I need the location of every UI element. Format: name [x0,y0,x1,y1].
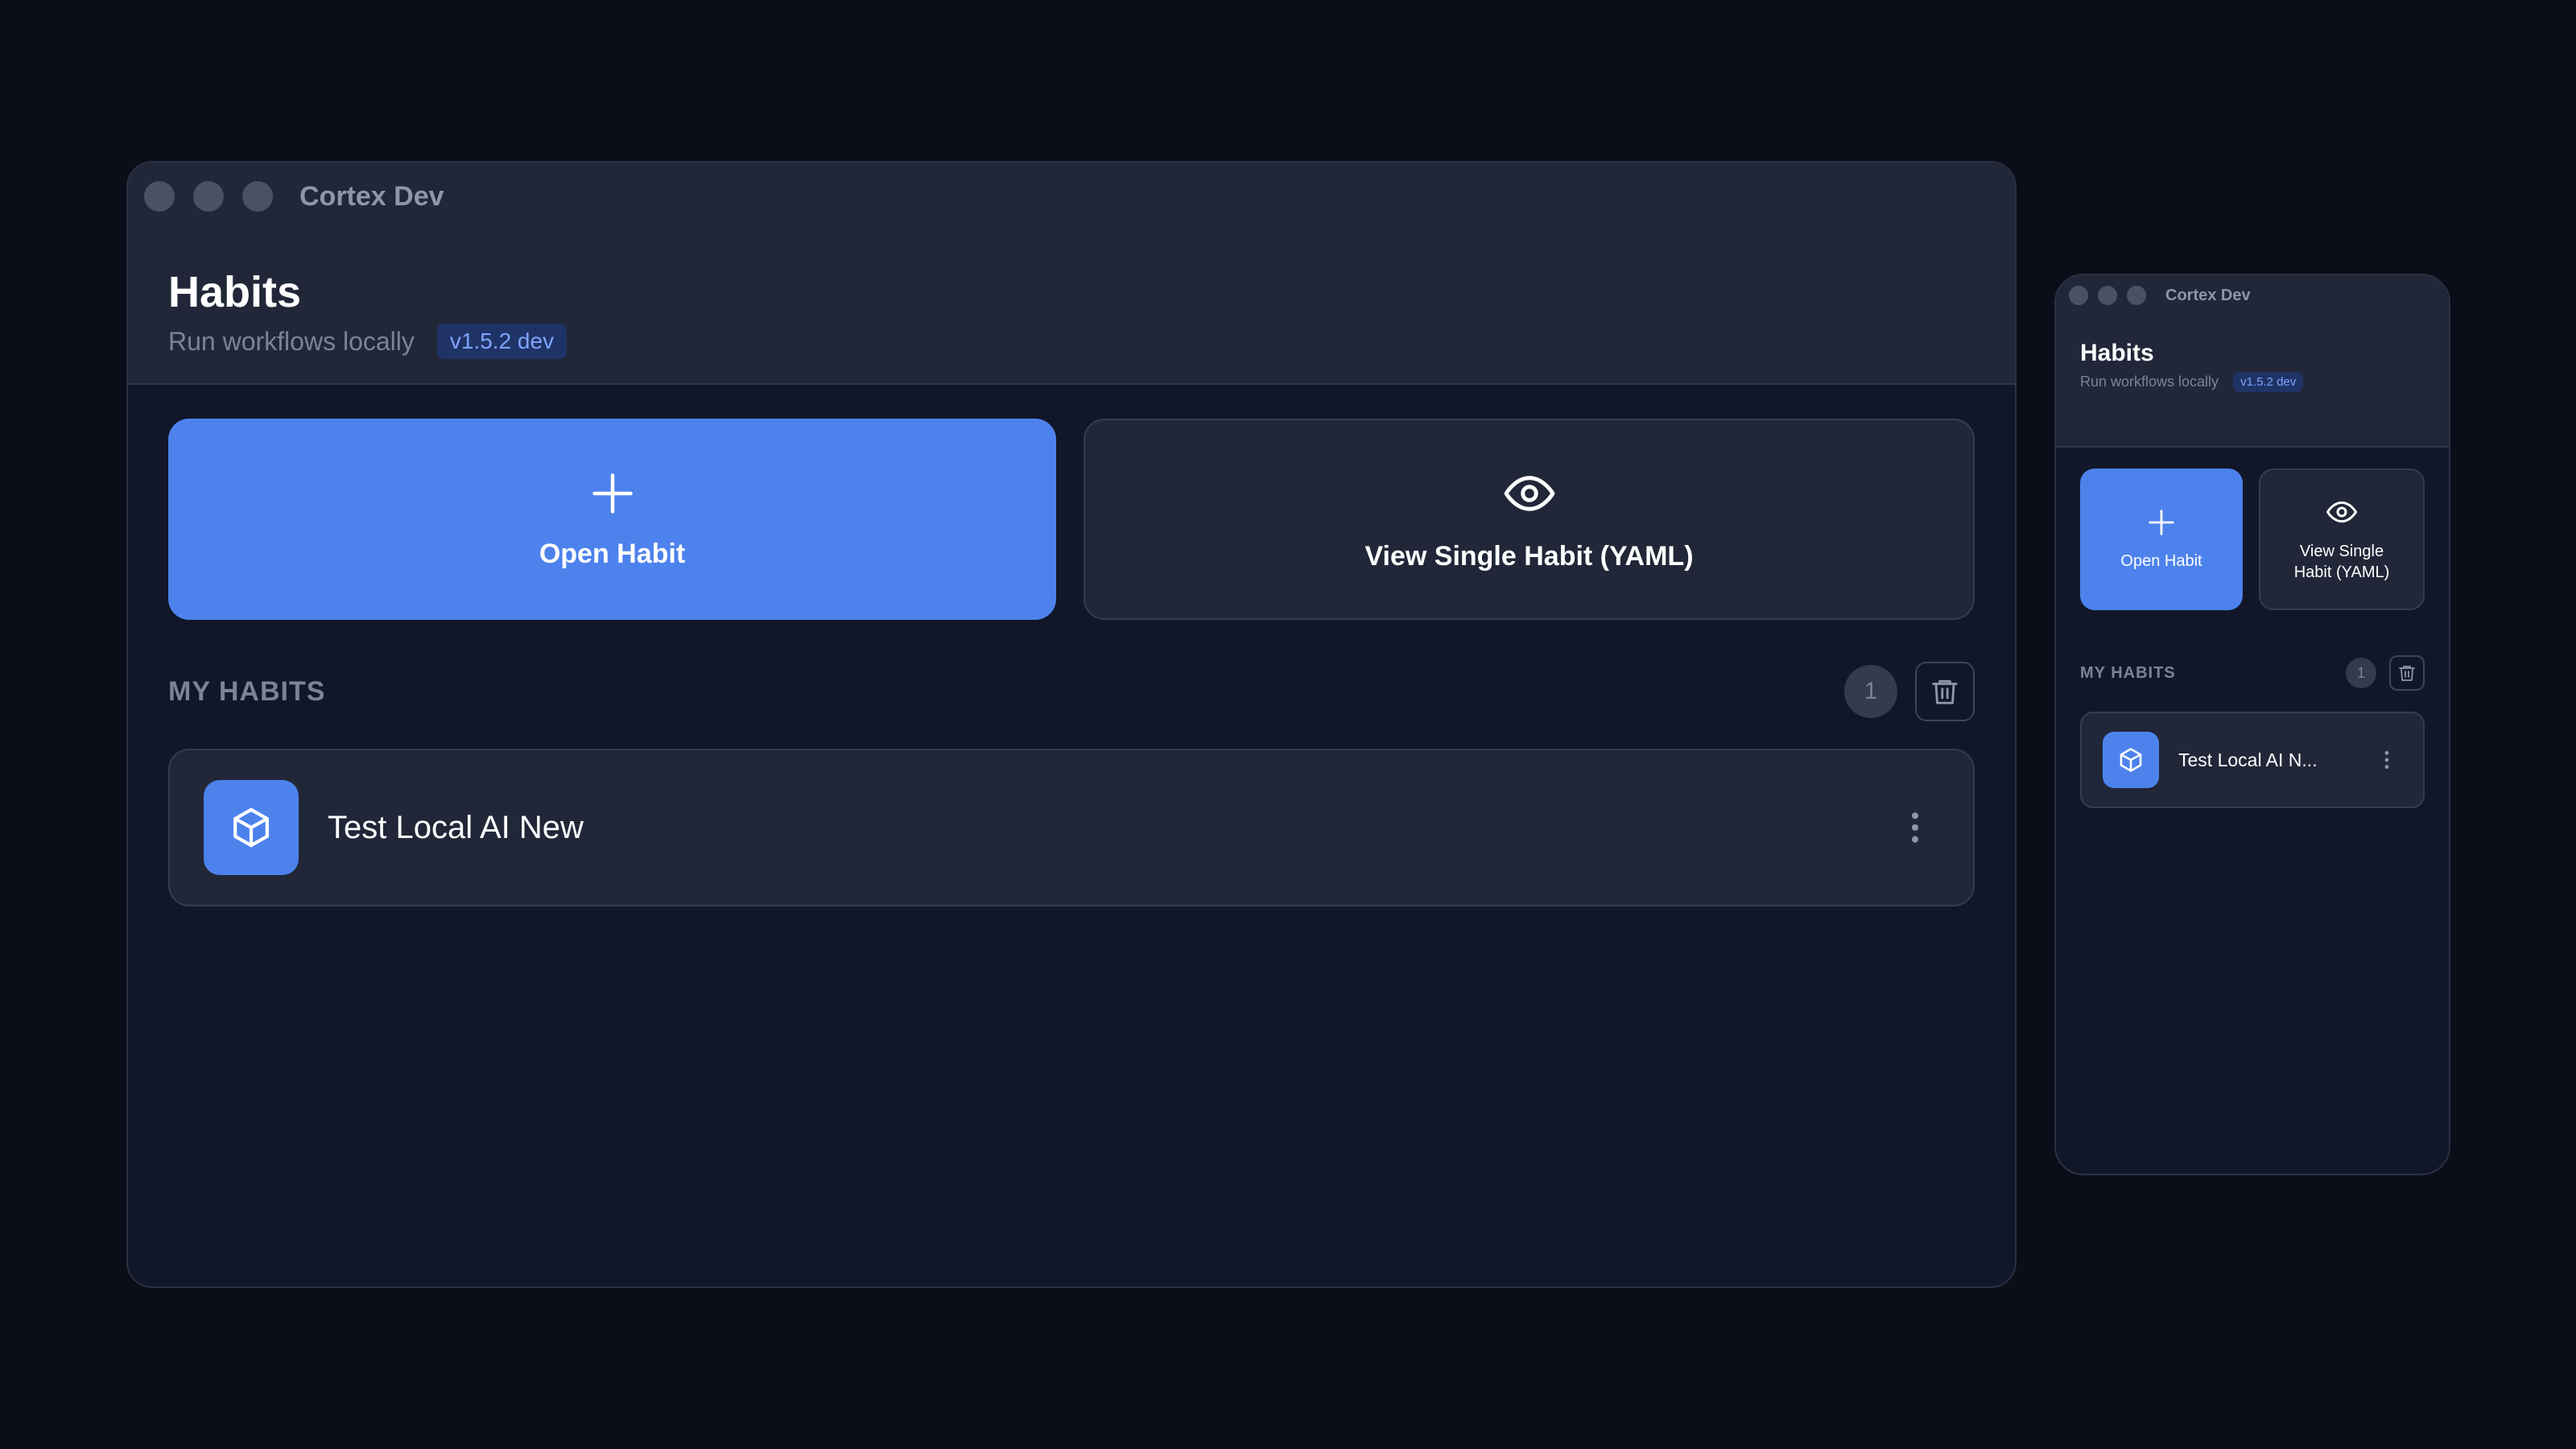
trash-icon [2399,666,2415,681]
version-badge: v1.5.2 dev [436,324,568,359]
open-habit-label: Open Habit [2120,552,2202,570]
cube-icon [233,807,269,848]
habit-list-item[interactable]: Test Local AI New [168,749,1975,906]
close-window-dot[interactable] [2069,286,2088,305]
page-subtitle: Run workflows locally [2080,374,2219,390]
trash-icon [1932,679,1958,704]
my-habits-header: MY HABITS 1 [128,620,2015,721]
section-title: MY HABITS [168,675,326,707]
subtitle-row: Run workflows locally v1.5.2 dev [168,324,2015,359]
habit-menu-button[interactable] [1909,810,1922,845]
action-buttons: Open Habit View Single Habit (YAML) [128,385,2015,620]
plus-icon [2149,510,2174,535]
page-header: Habits Run workflows locally v1.5.2 dev [128,230,2015,385]
eye-icon [2326,501,2357,523]
habit-menu-button[interactable] [2383,749,2391,770]
view-single-habit-label-line2: Habit (YAML) [2293,564,2390,581]
habit-count-badge: 1 [2346,658,2376,688]
view-single-habit-label: View Single Habit (YAML) [2294,541,2390,583]
app-window-small: Cortex Dev Habits Run workflows locally … [2054,274,2450,1175]
open-habit-button[interactable]: Open Habit [2080,469,2243,610]
action-buttons: Open Habit View Single Habit (YAML) [2056,448,2449,610]
close-window-dot[interactable] [144,181,175,212]
minimize-window-dot[interactable] [2098,286,2117,305]
my-habits-header: MY HABITS 1 [2056,610,2449,691]
view-single-habit-button[interactable]: View Single Habit (YAML) [1084,419,1975,620]
page-title: Habits [168,268,302,316]
page-header: Habits Run workflows locally v1.5.2 dev [2056,316,2449,448]
delete-all-button[interactable] [2389,655,2425,691]
habit-name: Test Local AI N... [2178,749,2318,770]
habit-name: Test Local AI New [328,809,584,845]
maximize-window-dot[interactable] [242,181,273,212]
view-single-habit-label: View Single Habit (YAML) [1364,540,1694,572]
kebab-icon [1911,812,1919,843]
habit-icon-tile [204,780,299,875]
section-title: MY HABITS [2080,663,2176,682]
view-single-habit-button[interactable]: View Single Habit (YAML) [2259,469,2425,610]
title-bar: Cortex Dev [2056,275,2449,316]
app-window-large: Cortex Dev Habits Run workflows locally … [126,161,2017,1288]
maximize-window-dot[interactable] [2127,286,2146,305]
habit-count-badge: 1 [1844,665,1897,718]
subtitle-row: Run workflows locally v1.5.2 dev [2080,372,2449,392]
open-habit-label: Open Habit [539,538,686,569]
kebab-icon [2384,750,2389,770]
view-single-habit-label-line1: View Single [2299,543,2384,560]
window-title: Cortex Dev [2165,286,2251,304]
habit-list-item[interactable]: Test Local AI N... [2080,712,2425,808]
cube-icon [2120,748,2142,772]
page-title: Habits [2080,340,2154,366]
plus-icon [592,473,633,514]
version-badge: v1.5.2 dev [2233,372,2304,392]
window-title: Cortex Dev [299,180,444,212]
eye-icon [1504,475,1554,511]
title-bar: Cortex Dev [128,163,2015,230]
page-subtitle: Run workflows locally [168,326,415,356]
delete-all-button[interactable] [1915,662,1975,721]
habit-icon-tile [2103,732,2159,788]
minimize-window-dot[interactable] [193,181,224,212]
open-habit-button[interactable]: Open Habit [168,419,1056,620]
